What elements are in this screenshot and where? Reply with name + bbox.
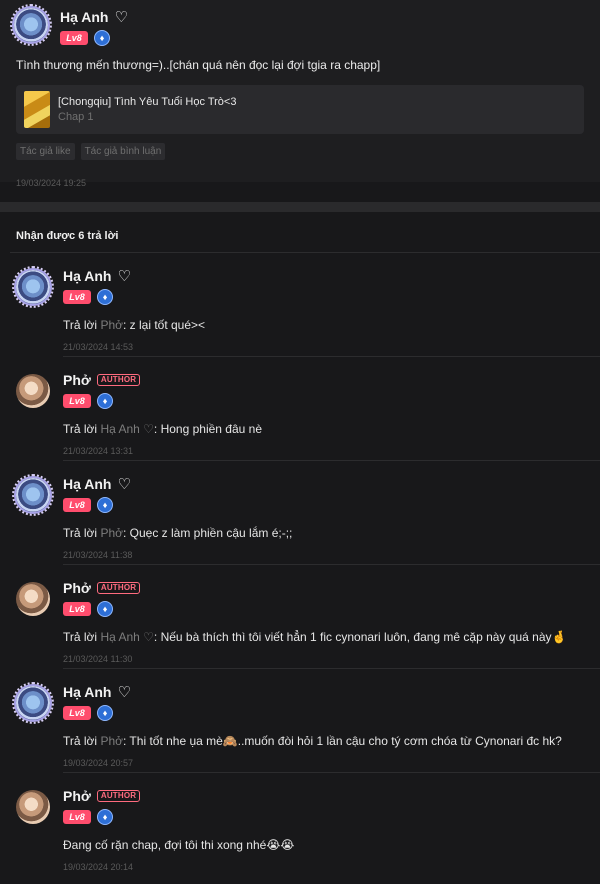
reply-prefix: Trả lời <box>63 734 101 748</box>
reply-text: Trả lời Phở: Thi tốt nhe ụa mè🙈..muốn đò… <box>63 734 584 748</box>
author-badge: AUTHOR <box>96 582 141 594</box>
diamond-icon: ♦ <box>94 30 110 46</box>
reply-prefix: Trả lời <box>63 318 101 332</box>
username[interactable]: Phở AUTHOR <box>63 371 141 389</box>
diamond-icon: ♦ <box>97 601 113 617</box>
reply-list: Hạ Anh ♡ Lv8 ♦ Trả lời Phở: z lại tốt qu… <box>0 253 600 877</box>
section-divider <box>0 202 600 212</box>
reply-item: Phở AUTHOR Lv8 ♦ Trả lời Hạ Anh ♡: Hong … <box>0 357 600 461</box>
reply-text: Trả lời Hạ Anh ♡: Hong phiền đâu nè <box>63 422 584 436</box>
avatar-frame <box>12 682 54 724</box>
reply-prefix: Trả lời <box>63 422 101 436</box>
chapter-title: [Chongqiu] Tình Yêu Tuổi Học Trò<3 <box>58 96 237 108</box>
reply-to-user[interactable]: Phở <box>100 318 123 332</box>
username-text: Phở <box>63 580 91 596</box>
username-text: Phở <box>63 788 91 804</box>
username[interactable]: Phở AUTHOR <box>63 579 141 597</box>
avatar[interactable] <box>16 374 50 408</box>
username-text: Hạ Anh <box>63 684 112 700</box>
chapter-cover-image <box>24 91 50 128</box>
heart-icon: ♡ <box>114 9 128 26</box>
tag-author-commented: Tác giả bình luận <box>80 143 166 160</box>
avatar[interactable] <box>16 790 50 824</box>
reply-text: Trả lời Phở: z lại tốt qué>< <box>63 318 584 332</box>
reply-date: 21/03/2024 11:30 <box>63 654 133 664</box>
avatar[interactable] <box>12 474 54 516</box>
reply-body: : Hong phiền đâu nè <box>153 422 262 436</box>
avatar[interactable] <box>12 682 54 724</box>
level-badge: Lv8 <box>60 31 88 45</box>
reply-prefix: Trả lời <box>63 526 101 540</box>
author-badge: AUTHOR <box>96 374 141 386</box>
username[interactable]: Hạ Anh ♡ <box>60 8 128 26</box>
reply-date: 21/03/2024 13:31 <box>63 446 134 456</box>
username-text: Hạ Anh <box>63 268 112 284</box>
username[interactable]: Phở AUTHOR <box>63 787 141 805</box>
username[interactable]: Hạ Anh ♡ <box>63 475 131 493</box>
reply-body: : z lại tốt qué>< <box>122 318 206 332</box>
reply-to-user[interactable]: Hạ Anh ♡ <box>100 630 153 644</box>
avatar[interactable] <box>12 266 54 308</box>
reply-body: Đang cố rặn chap, đợi tôi thi xong nhé😭😭 <box>63 838 295 852</box>
reply-to-user[interactable]: Phở <box>100 734 123 748</box>
reply-prefix: Trả lời <box>63 630 101 644</box>
avatar-frame <box>12 474 54 516</box>
heart-icon: ♡ <box>117 684 131 701</box>
author-badge: AUTHOR <box>96 790 141 802</box>
reply-item: Hạ Anh ♡ Lv8 ♦ Trả lời Phở: z lại tốt qu… <box>0 253 600 357</box>
diamond-icon: ♦ <box>97 705 113 721</box>
comment-thread: Hạ Anh ♡ Lv8 ♦ Tình thương mến thương=).… <box>0 0 600 884</box>
reply-to-user[interactable]: Phở <box>100 526 123 540</box>
main-comment: Hạ Anh ♡ Lv8 ♦ Tình thương mến thương=).… <box>0 0 600 188</box>
chapter-card[interactable]: [Chongqiu] Tình Yêu Tuổi Học Trò<3 Chap … <box>16 85 584 134</box>
avatar[interactable] <box>10 4 52 46</box>
reply-date: 21/03/2024 11:38 <box>63 550 133 560</box>
username-text: Phở <box>63 372 91 388</box>
reply-body: : Quẹc z làm phiền cậu lắm é;-;; <box>122 526 293 540</box>
level-badge: Lv8 <box>63 290 91 304</box>
comment-date: 19/03/2024 19:25 <box>16 178 87 188</box>
replies-count-header: Nhận được 6 trả lời <box>16 230 119 242</box>
level-badge: Lv8 <box>63 498 91 512</box>
avatar-frame <box>12 266 54 308</box>
reply-body: : Nếu bà thích thì tôi viết hẳn 1 fic cy… <box>153 630 567 644</box>
username[interactable]: Hạ Anh ♡ <box>63 683 131 701</box>
reply-date: 19/03/2024 20:14 <box>63 862 134 872</box>
reply-text: Trả lời Phở: Quẹc z làm phiền cậu lắm é;… <box>63 526 584 540</box>
reply-date: 21/03/2024 14:53 <box>63 342 134 352</box>
reply-item: Phở AUTHOR Lv8 ♦ Đang cố rặn chap, đợi t… <box>0 773 600 877</box>
reply-body: : Thi tốt nhe ụa mè🙈..muốn đòi hỏi 1 lần… <box>122 734 562 748</box>
level-badge: Lv8 <box>63 810 91 824</box>
diamond-icon: ♦ <box>97 393 113 409</box>
username-text: Hạ Anh <box>60 9 109 25</box>
level-badge: Lv8 <box>63 706 91 720</box>
comment-text: Tình thương mến thương=)..[chán quá nên … <box>16 58 381 72</box>
diamond-icon: ♦ <box>97 809 113 825</box>
level-badge: Lv8 <box>63 394 91 408</box>
reply-date: 19/03/2024 20:57 <box>63 758 134 768</box>
level-badge: Lv8 <box>63 602 91 616</box>
tag-author-like: Tác giả like <box>16 143 75 160</box>
diamond-icon: ♦ <box>97 497 113 513</box>
avatar[interactable] <box>16 582 50 616</box>
username[interactable]: Hạ Anh ♡ <box>63 267 131 285</box>
diamond-icon: ♦ <box>97 289 113 305</box>
heart-icon: ♡ <box>117 476 131 493</box>
reply-item: Hạ Anh ♡ Lv8 ♦ Trả lời Phở: Thi tốt nhe … <box>0 669 600 773</box>
reply-item: Hạ Anh ♡ Lv8 ♦ Trả lời Phở: Quẹc z làm p… <box>0 461 600 565</box>
reply-text: Trả lời Hạ Anh ♡: Nếu bà thích thì tôi v… <box>63 630 584 644</box>
reply-to-user[interactable]: Hạ Anh ♡ <box>100 422 153 436</box>
heart-icon: ♡ <box>117 268 131 285</box>
chapter-subtitle: Chap 1 <box>58 111 94 123</box>
reply-item: Phở AUTHOR Lv8 ♦ Trả lời Hạ Anh ♡: Nếu b… <box>0 565 600 669</box>
avatar-frame <box>10 4 52 46</box>
username-text: Hạ Anh <box>63 476 112 492</box>
reply-text: Đang cố rặn chap, đợi tôi thi xong nhé😭😭 <box>63 838 584 852</box>
